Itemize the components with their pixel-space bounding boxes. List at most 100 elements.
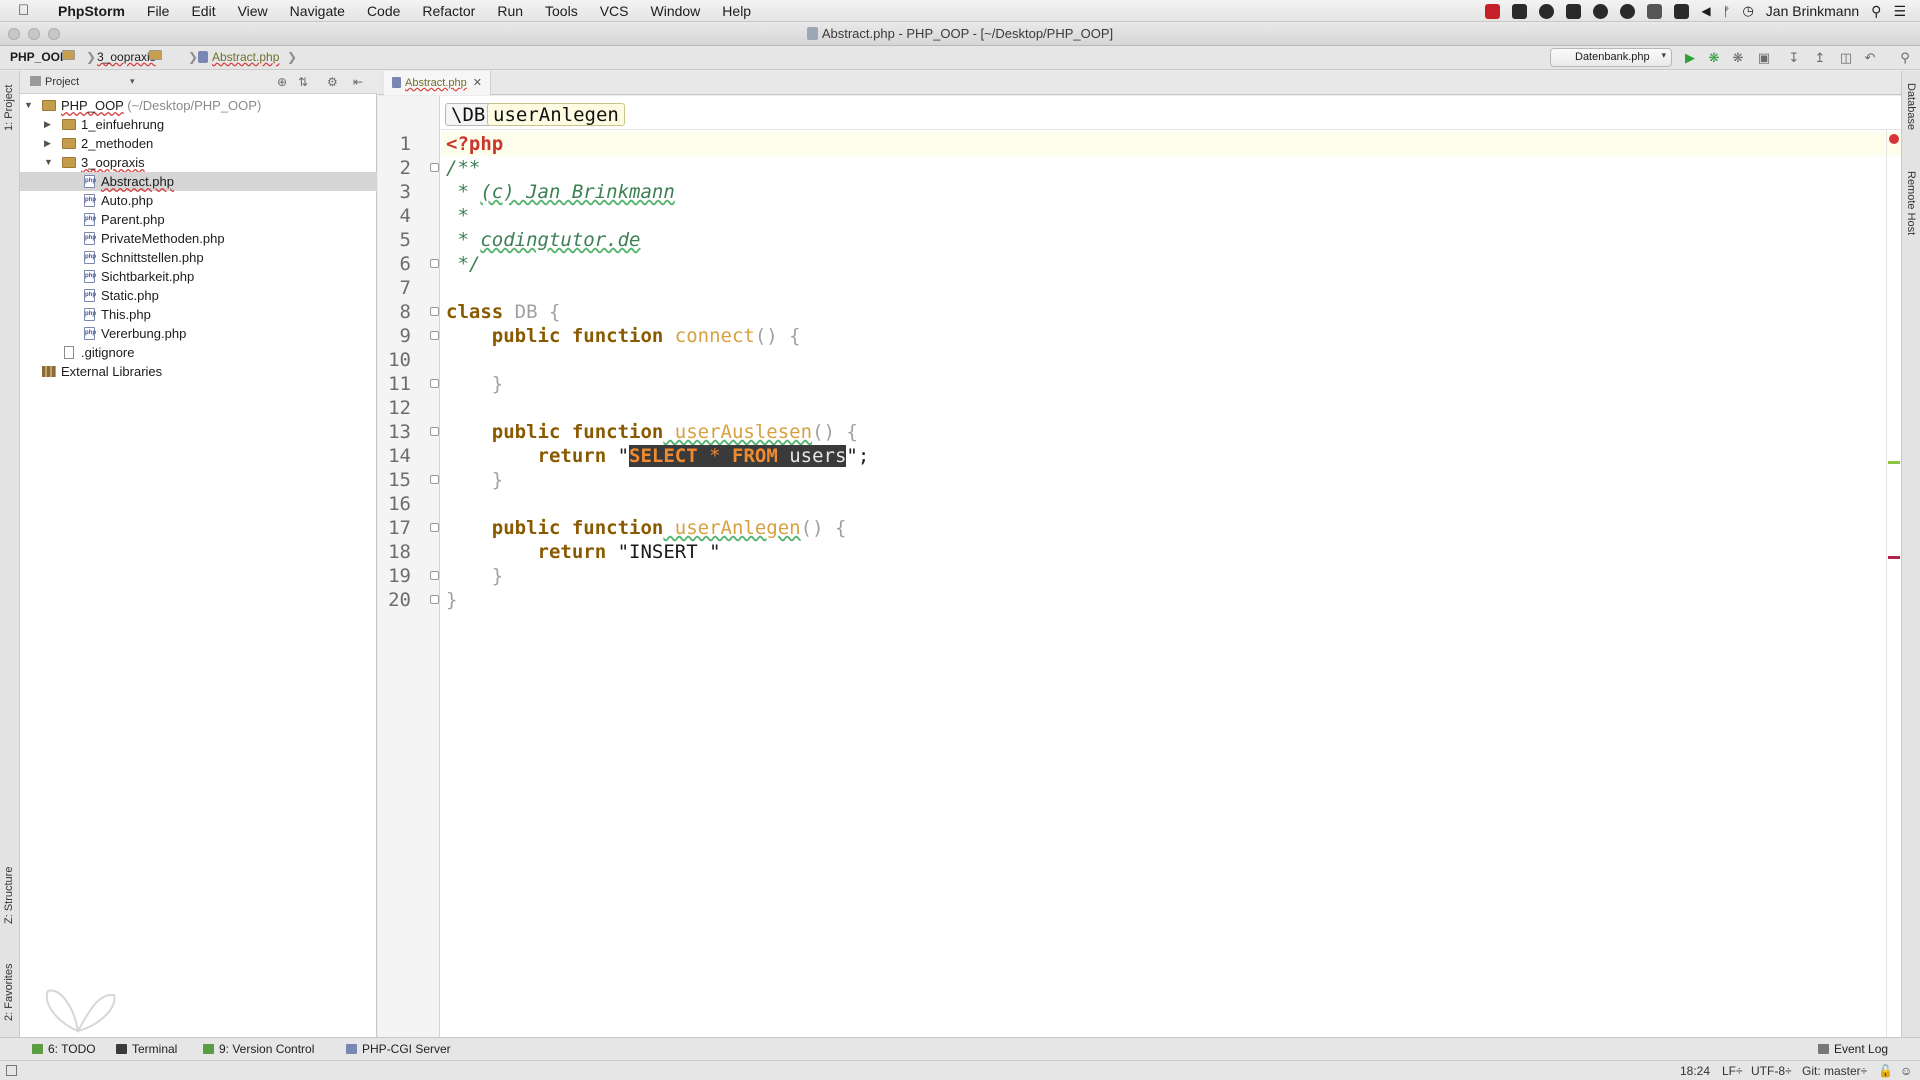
caret-position[interactable]: 18:24 [1680, 1064, 1710, 1078]
warning-stripe-marker[interactable] [1888, 461, 1900, 464]
toggle-tool-windows-icon[interactable] [6, 1065, 17, 1076]
tray-evernote-icon[interactable] [1566, 3, 1582, 19]
notification-center-icon[interactable]: ☰ [1893, 3, 1906, 20]
chevron-right-icon[interactable]: ▶ [44, 134, 51, 153]
menu-navigate[interactable]: Navigate [290, 3, 345, 19]
menu-refactor[interactable]: Refactor [422, 3, 475, 19]
coverage-icon[interactable]: ❋ [1730, 50, 1746, 66]
tree-item-file[interactable]: php Schnittstellen.php [20, 248, 377, 267]
breadcrumb-file[interactable]: Abstract.php [198, 50, 279, 64]
chevron-down-icon[interactable]: ▼ [44, 153, 53, 172]
menu-tools[interactable]: Tools [545, 3, 578, 19]
php-cgi-server-tool-button[interactable]: PHP-CGI Server [346, 1042, 451, 1056]
menu-app-name[interactable]: PhpStorm [58, 3, 125, 19]
tree-item-file[interactable]: php Static.php [20, 286, 377, 305]
menu-run[interactable]: Run [497, 3, 523, 19]
time-machine-icon[interactable]: ◷ [1742, 3, 1753, 19]
code-editor[interactable]: \DB userAnlegen 1 2 3 4 5 6 7 8 9 10 11 … [378, 96, 1901, 1037]
fold-toggle-icon[interactable] [430, 163, 439, 172]
menu-edit[interactable]: Edit [191, 3, 215, 19]
tree-item-file[interactable]: .gitignore [20, 343, 377, 362]
favorites-tool-tab[interactable]: 2: Favorites [3, 964, 15, 1021]
tray-bookmark-icon[interactable] [1512, 3, 1528, 19]
close-icon[interactable]: ✕ [473, 77, 482, 89]
volume-icon[interactable]: ◀ [1701, 4, 1710, 18]
tray-cloud-icon[interactable] [1620, 3, 1636, 19]
tree-item-file[interactable]: php Auto.php [20, 191, 377, 210]
fold-toggle-icon[interactable] [430, 475, 439, 484]
apple-icon[interactable]:  [18, 2, 40, 19]
code-breadcrumb-method[interactable]: userAnlegen [487, 103, 625, 126]
terminal-tool-button[interactable]: Terminal [116, 1042, 177, 1056]
chevron-right-icon[interactable]: ▶ [44, 115, 51, 134]
event-log-tool-button[interactable]: Event Log [1818, 1042, 1888, 1056]
tray-plus-icon[interactable] [1674, 3, 1690, 19]
menu-help[interactable]: Help [722, 3, 751, 19]
fold-toggle-icon[interactable] [430, 523, 439, 532]
tray-leaf-icon[interactable] [1593, 3, 1609, 19]
git-branch-select[interactable]: Git: master÷ [1802, 1064, 1867, 1078]
error-stripe-marker[interactable] [1888, 556, 1900, 559]
menu-file[interactable]: File [147, 3, 170, 19]
lock-icon[interactable]: 🔓 [1878, 1064, 1893, 1078]
breadcrumb-folder[interactable]: 3_oopraxis [97, 50, 162, 64]
menu-window[interactable]: Window [651, 3, 701, 19]
fold-toggle-icon[interactable] [430, 571, 439, 580]
fold-toggle-icon[interactable] [430, 595, 439, 604]
fold-toggle-icon[interactable] [430, 379, 439, 388]
tree-item-file[interactable]: php PrivateMethoden.php [20, 229, 377, 248]
menu-vcs[interactable]: VCS [600, 3, 629, 19]
fold-toggle-icon[interactable] [430, 331, 439, 340]
fold-toggle-icon[interactable] [430, 259, 439, 268]
run-icon[interactable]: ▶ [1682, 50, 1698, 66]
remote-host-tool-tab[interactable]: Remote Host [1905, 171, 1917, 235]
menu-code[interactable]: Code [367, 3, 400, 19]
database-tool-tab[interactable]: Database [1905, 83, 1917, 130]
tree-item-external-libraries[interactable]: External Libraries [20, 362, 377, 381]
debug-icon[interactable]: ❋ [1706, 50, 1722, 66]
project-tool-tab[interactable]: 1: Project [3, 85, 15, 131]
chevron-down-icon[interactable]: ▼ [24, 96, 33, 115]
todo-tool-button[interactable]: 6: TODO [32, 1042, 96, 1056]
tree-item-file[interactable]: php Vererbung.php [20, 324, 377, 343]
vcs-compare-icon[interactable]: ◫ [1838, 50, 1854, 66]
editor-tab-abstract[interactable]: Abstract.php ✕ [384, 71, 491, 95]
menu-view[interactable]: View [238, 3, 268, 19]
vcs-revert-icon[interactable]: ↶ [1862, 50, 1878, 66]
tree-item-file[interactable]: php Parent.php [20, 210, 377, 229]
gear-icon[interactable]: ⚙ [327, 75, 338, 89]
tree-item-file-selected[interactable]: php Abstract.php [20, 172, 377, 191]
search-everywhere-icon[interactable]: ⚲ [1897, 50, 1913, 66]
hide-panel-icon[interactable]: ⇤ [353, 75, 363, 89]
tree-item-file[interactable]: php Sichtbarkeit.php [20, 267, 377, 286]
tree-item-file[interactable]: php This.php [20, 305, 377, 324]
line-separator-select[interactable]: LF÷ [1722, 1064, 1743, 1078]
project-view-select[interactable]: Project [30, 76, 79, 88]
stop-icon[interactable]: ▣ [1756, 50, 1772, 66]
encoding-select[interactable]: UTF-8÷ [1751, 1064, 1792, 1078]
run-configuration-select[interactable]: Datenbank.php ▾ [1550, 48, 1672, 67]
fold-toggle-icon[interactable] [430, 427, 439, 436]
chevron-down-icon[interactable]: ▾ [130, 76, 135, 87]
collapse-all-icon[interactable]: ⇅ [298, 75, 308, 89]
tree-item-folder[interactable]: ▼ 3_oopraxis [20, 153, 377, 172]
vcs-commit-icon[interactable]: ↥ [1812, 50, 1828, 66]
tree-item-project-root[interactable]: ▼ PHP_OOP (~/Desktop/PHP_OOP) [20, 96, 377, 115]
structure-tool-tab[interactable]: Z: Structure [3, 867, 15, 924]
code-breadcrumb-class[interactable]: \DB [445, 103, 492, 126]
dropbox-icon[interactable] [1647, 3, 1663, 19]
vcs-update-icon[interactable]: ↧ [1786, 50, 1802, 66]
breadcrumb-project[interactable]: PHP_OOP [10, 50, 75, 64]
menu-user-name[interactable]: Jan Brinkmann [1766, 3, 1859, 19]
tray-info-icon[interactable] [1539, 3, 1555, 19]
scroll-from-source-icon[interactable]: ⊕ [277, 75, 287, 89]
tray-app-icon[interactable] [1485, 3, 1501, 19]
version-control-tool-button[interactable]: 9: Version Control [203, 1042, 314, 1056]
bluetooth-icon[interactable]: ᚠ [1723, 4, 1731, 19]
tree-item-folder[interactable]: ▶ 2_methoden [20, 134, 377, 153]
spotlight-search-icon[interactable]: ⚲ [1871, 3, 1881, 20]
fold-toggle-icon[interactable] [430, 307, 439, 316]
inspector-icon[interactable]: ☺ [1900, 1064, 1912, 1078]
tree-item-folder[interactable]: ▶ 1_einfuehrung [20, 115, 377, 134]
error-indicator-icon[interactable] [1889, 134, 1899, 144]
